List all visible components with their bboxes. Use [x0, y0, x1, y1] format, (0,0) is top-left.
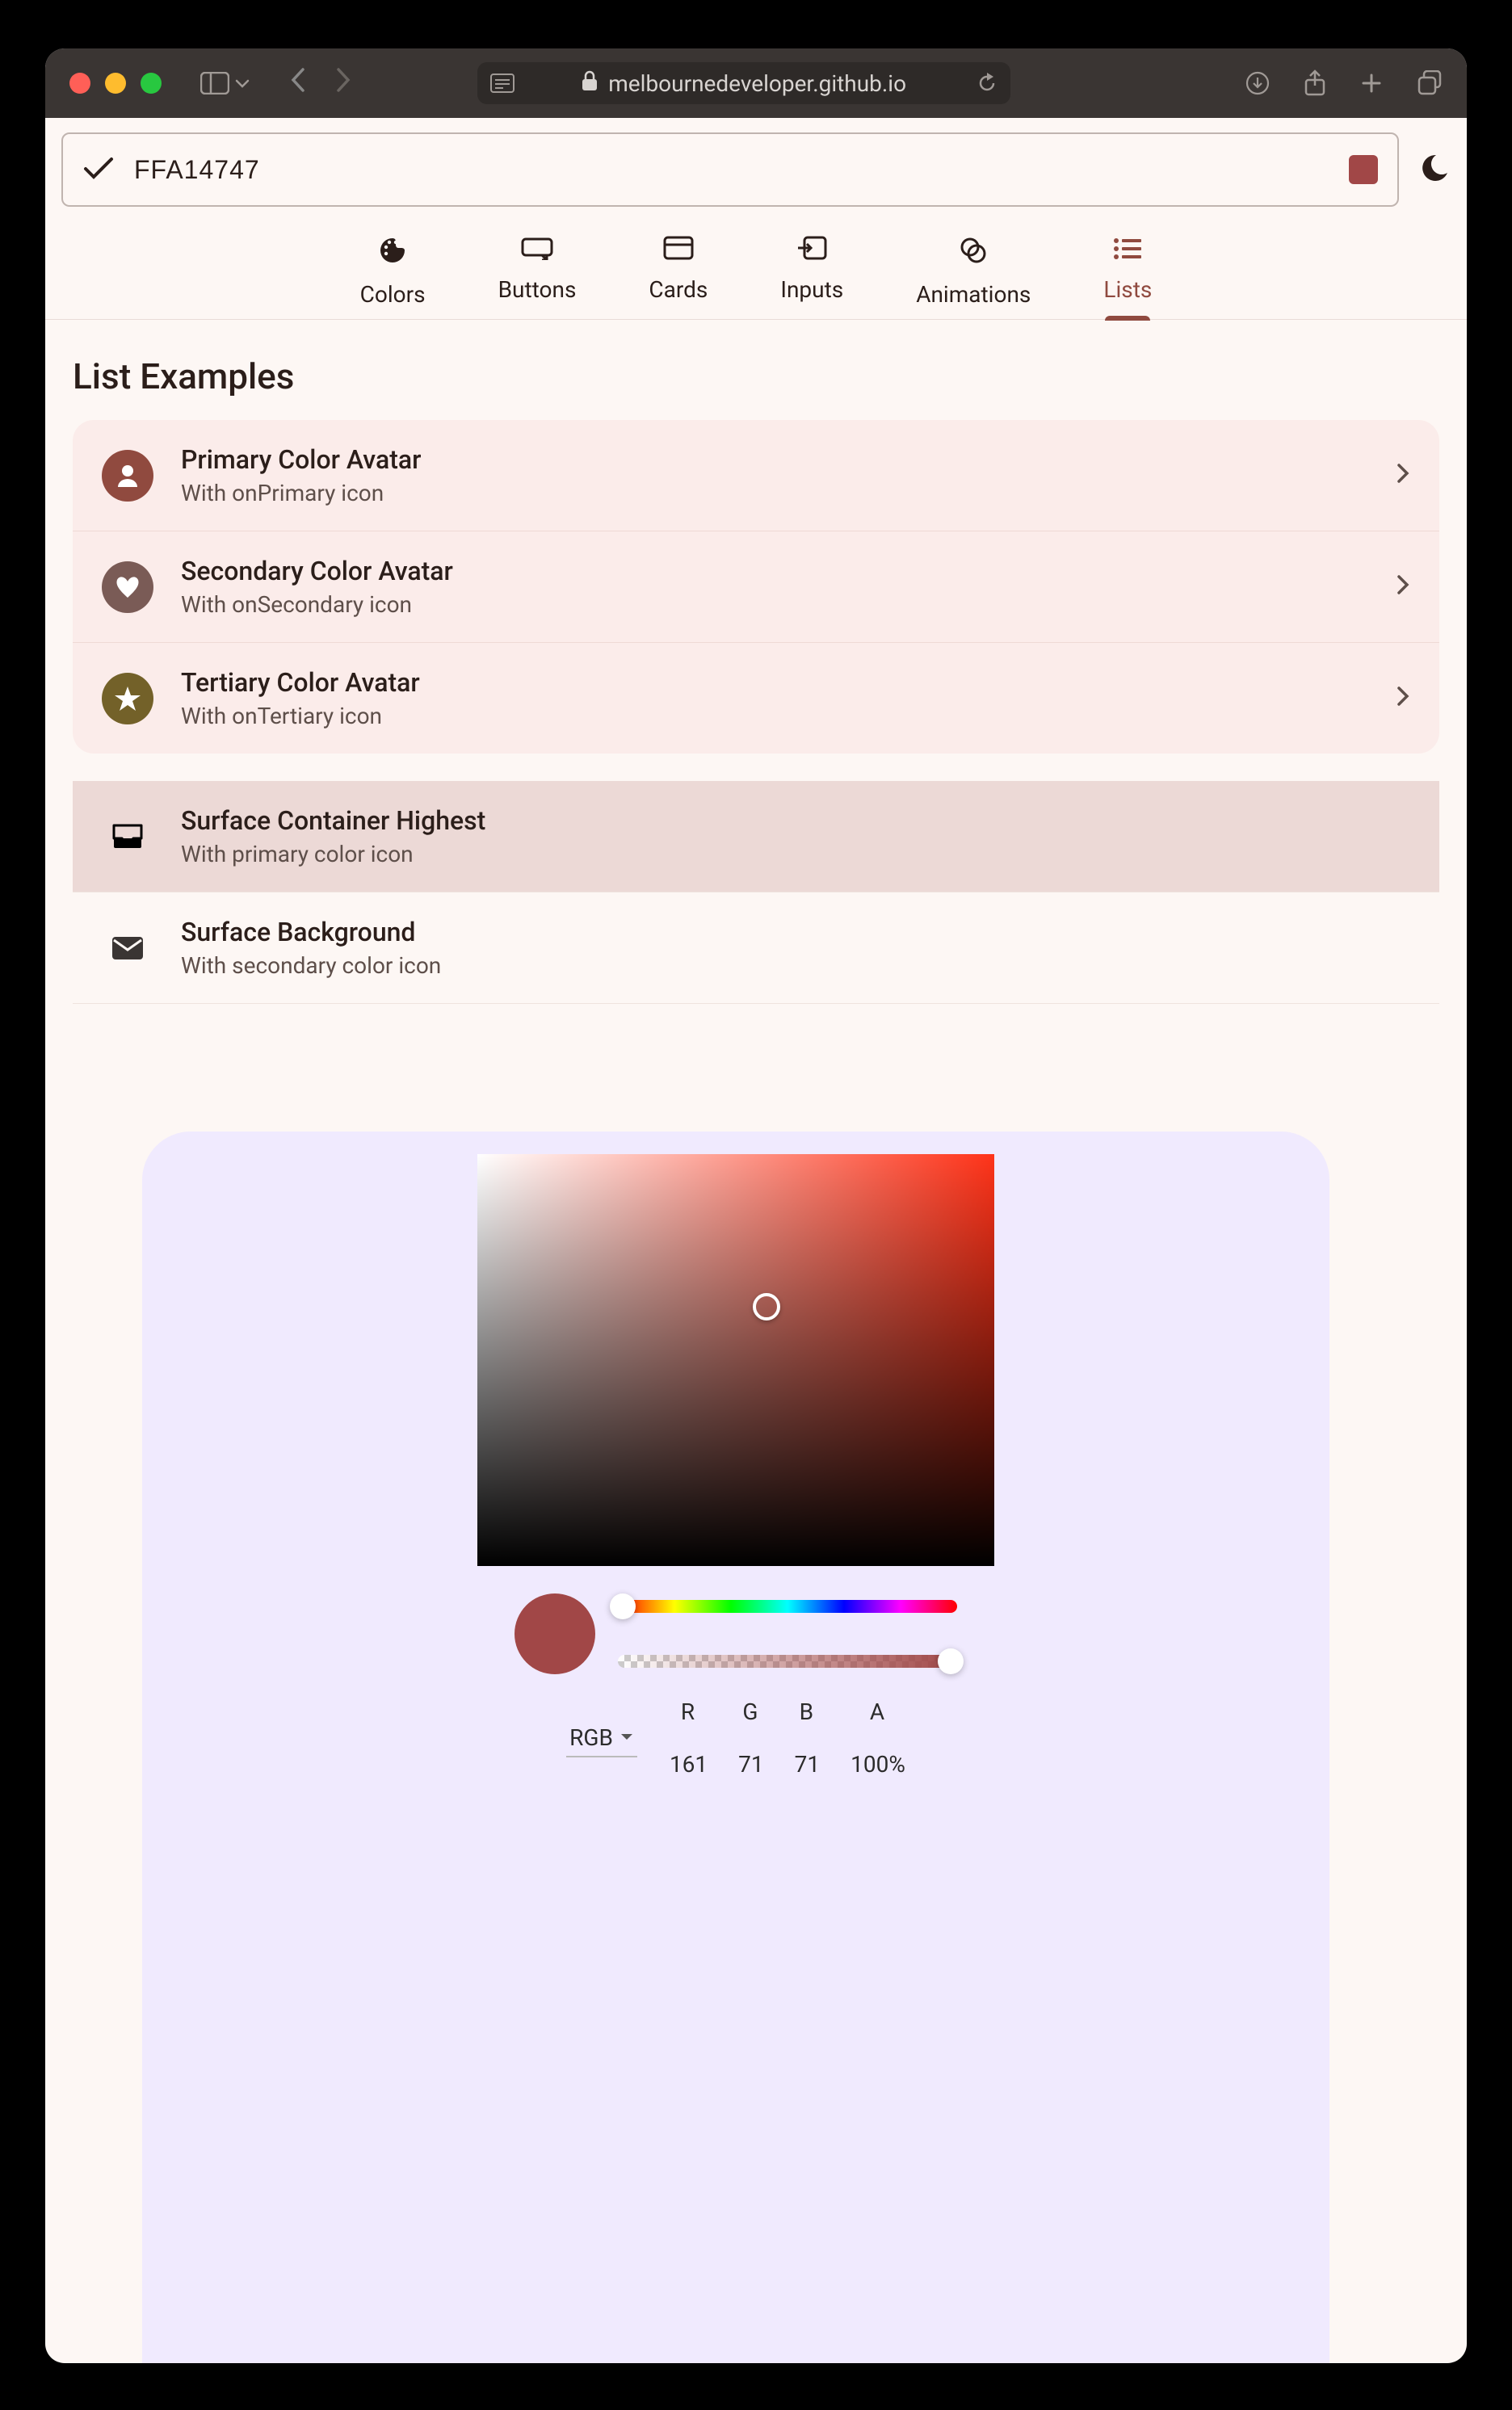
item-text: Surface Background With secondary color i…	[181, 917, 1410, 979]
item-subtitle: With secondary color icon	[181, 952, 1410, 979]
item-title: Surface Container Highest	[181, 805, 1410, 836]
share-icon[interactable]	[1304, 69, 1326, 97]
saturation-value-area[interactable]	[477, 1154, 994, 1566]
titlebar: melbournedeveloper.github.io	[45, 48, 1467, 118]
url-bar[interactable]: melbournedeveloper.github.io	[477, 62, 1010, 104]
b-col: B 71	[795, 1698, 820, 1778]
minimize-window-button[interactable]	[105, 73, 126, 94]
item-text: Surface Container Highest With primary co…	[181, 805, 1410, 867]
lists-tab-icon	[1113, 236, 1142, 267]
surface-list: Surface Container Highest With primary co…	[73, 781, 1439, 1004]
heart-avatar	[102, 561, 153, 613]
alpha-thumb[interactable]	[938, 1648, 964, 1674]
item-subtitle: With onSecondary icon	[181, 591, 1368, 618]
mail-icon	[102, 935, 153, 961]
nav-forward-button[interactable]	[334, 66, 352, 101]
inbox-icon	[102, 822, 153, 851]
top-row	[45, 118, 1467, 221]
chevron-right-icon	[1396, 683, 1410, 714]
item-title: Surface Background	[181, 917, 1410, 947]
list-item[interactable]: Secondary Color Avatar With onSecondary i…	[73, 531, 1439, 643]
buttons-tab-icon	[521, 236, 553, 267]
list-item[interactable]: Surface Background With secondary color i…	[73, 892, 1439, 1004]
browser-window: melbournedeveloper.github.io	[45, 48, 1467, 2363]
new-tab-icon[interactable]	[1360, 72, 1383, 94]
check-icon	[82, 155, 115, 184]
tab-label: Inputs	[780, 276, 843, 303]
section-title: List Examples	[45, 320, 1467, 420]
theme-toggle-button[interactable]	[1418, 152, 1451, 187]
item-text: Primary Color Avatar With onPrimary icon	[181, 444, 1368, 506]
a-col: A 100%	[850, 1698, 905, 1778]
item-title: Primary Color Avatar	[181, 444, 1368, 475]
list-item[interactable]: Tertiary Color Avatar With onTertiary ico…	[73, 643, 1439, 754]
tab-label: Animations	[916, 281, 1031, 308]
a-value: 100%	[850, 1751, 905, 1778]
item-title: Tertiary Color Avatar	[181, 667, 1368, 698]
close-window-button[interactable]	[69, 73, 90, 94]
item-text: Tertiary Color Avatar With onTertiary ico…	[181, 667, 1368, 729]
nav-arrows	[289, 66, 352, 101]
animations-tab-icon	[959, 236, 988, 271]
star-avatar	[102, 673, 153, 724]
maximize-window-button[interactable]	[141, 73, 162, 94]
nav-back-button[interactable]	[289, 66, 307, 101]
item-subtitle: With primary color icon	[181, 841, 1410, 867]
avatar-list-card: Primary Color Avatar With onPrimary icon S…	[73, 420, 1439, 754]
color-mode-select[interactable]: RGB	[566, 1719, 637, 1757]
color-picker-panel: RGB R 161 G 71 B 71	[142, 1132, 1329, 2363]
tab-label: Colors	[360, 281, 426, 308]
hex-text-field[interactable]	[134, 155, 1329, 185]
tab-inputs[interactable]: Inputs	[780, 236, 843, 319]
color-preview-circle	[514, 1593, 595, 1674]
hue-thumb[interactable]	[610, 1593, 636, 1619]
r-col: R 161	[670, 1698, 708, 1778]
b-value: 71	[795, 1751, 820, 1778]
url-text: melbournedeveloper.github.io	[608, 70, 906, 97]
hue-slider[interactable]	[618, 1600, 957, 1613]
color-hex-input[interactable]	[61, 132, 1399, 207]
item-subtitle: With onPrimary icon	[181, 480, 1368, 506]
item-text: Secondary Color Avatar With onSecondary i…	[181, 556, 1368, 618]
sv-thumb[interactable]	[753, 1293, 780, 1320]
tab-lists[interactable]: Lists	[1103, 236, 1152, 319]
tab-buttons[interactable]: Buttons	[498, 236, 577, 319]
tab-colors[interactable]: Colors	[360, 236, 426, 319]
cards-tab-icon	[663, 236, 694, 267]
rgba-readout: RGB R 161 G 71 B 71	[142, 1698, 1329, 1778]
tab-cards[interactable]: Cards	[649, 236, 708, 319]
color-swatch[interactable]	[1349, 155, 1378, 184]
tab-label: Buttons	[498, 276, 577, 303]
item-title: Secondary Color Avatar	[181, 556, 1368, 586]
traffic-lights	[69, 73, 162, 94]
tabs-overview-icon[interactable]	[1417, 70, 1443, 96]
inputs-tab-icon	[796, 236, 827, 267]
sidebar-toggle-icon[interactable]	[200, 72, 229, 94]
lock-icon	[581, 70, 598, 97]
item-subtitle: With onTertiary icon	[181, 703, 1368, 729]
chevron-right-icon	[1396, 460, 1410, 491]
g-col: G 71	[738, 1698, 763, 1778]
person-avatar	[102, 450, 153, 502]
list-item[interactable]: Primary Color Avatar With onPrimary icon	[73, 420, 1439, 531]
r-value: 161	[670, 1751, 708, 1778]
chevron-right-icon	[1396, 572, 1410, 602]
tabs: Colors Buttons Cards Inputs Animations Lists	[45, 221, 1467, 320]
alpha-slider[interactable]	[618, 1655, 957, 1668]
colors-tab-icon	[378, 236, 407, 271]
list-item[interactable]: Surface Container Highest With primary co…	[73, 781, 1439, 892]
tab-animations[interactable]: Animations	[916, 236, 1031, 319]
reload-icon[interactable]	[976, 71, 998, 95]
content: ColorsButtonsCardsInputsAnimationsLists …	[45, 118, 1467, 2363]
tab-label: Cards	[649, 276, 708, 303]
g-value: 71	[738, 1751, 763, 1778]
tab-label: Lists	[1103, 276, 1152, 303]
downloads-icon[interactable]	[1245, 71, 1270, 95]
color-mode-label: RGB	[569, 1724, 613, 1751]
reader-mode-icon[interactable]	[490, 73, 514, 93]
tab-dropdown-icon[interactable]	[234, 78, 250, 89]
